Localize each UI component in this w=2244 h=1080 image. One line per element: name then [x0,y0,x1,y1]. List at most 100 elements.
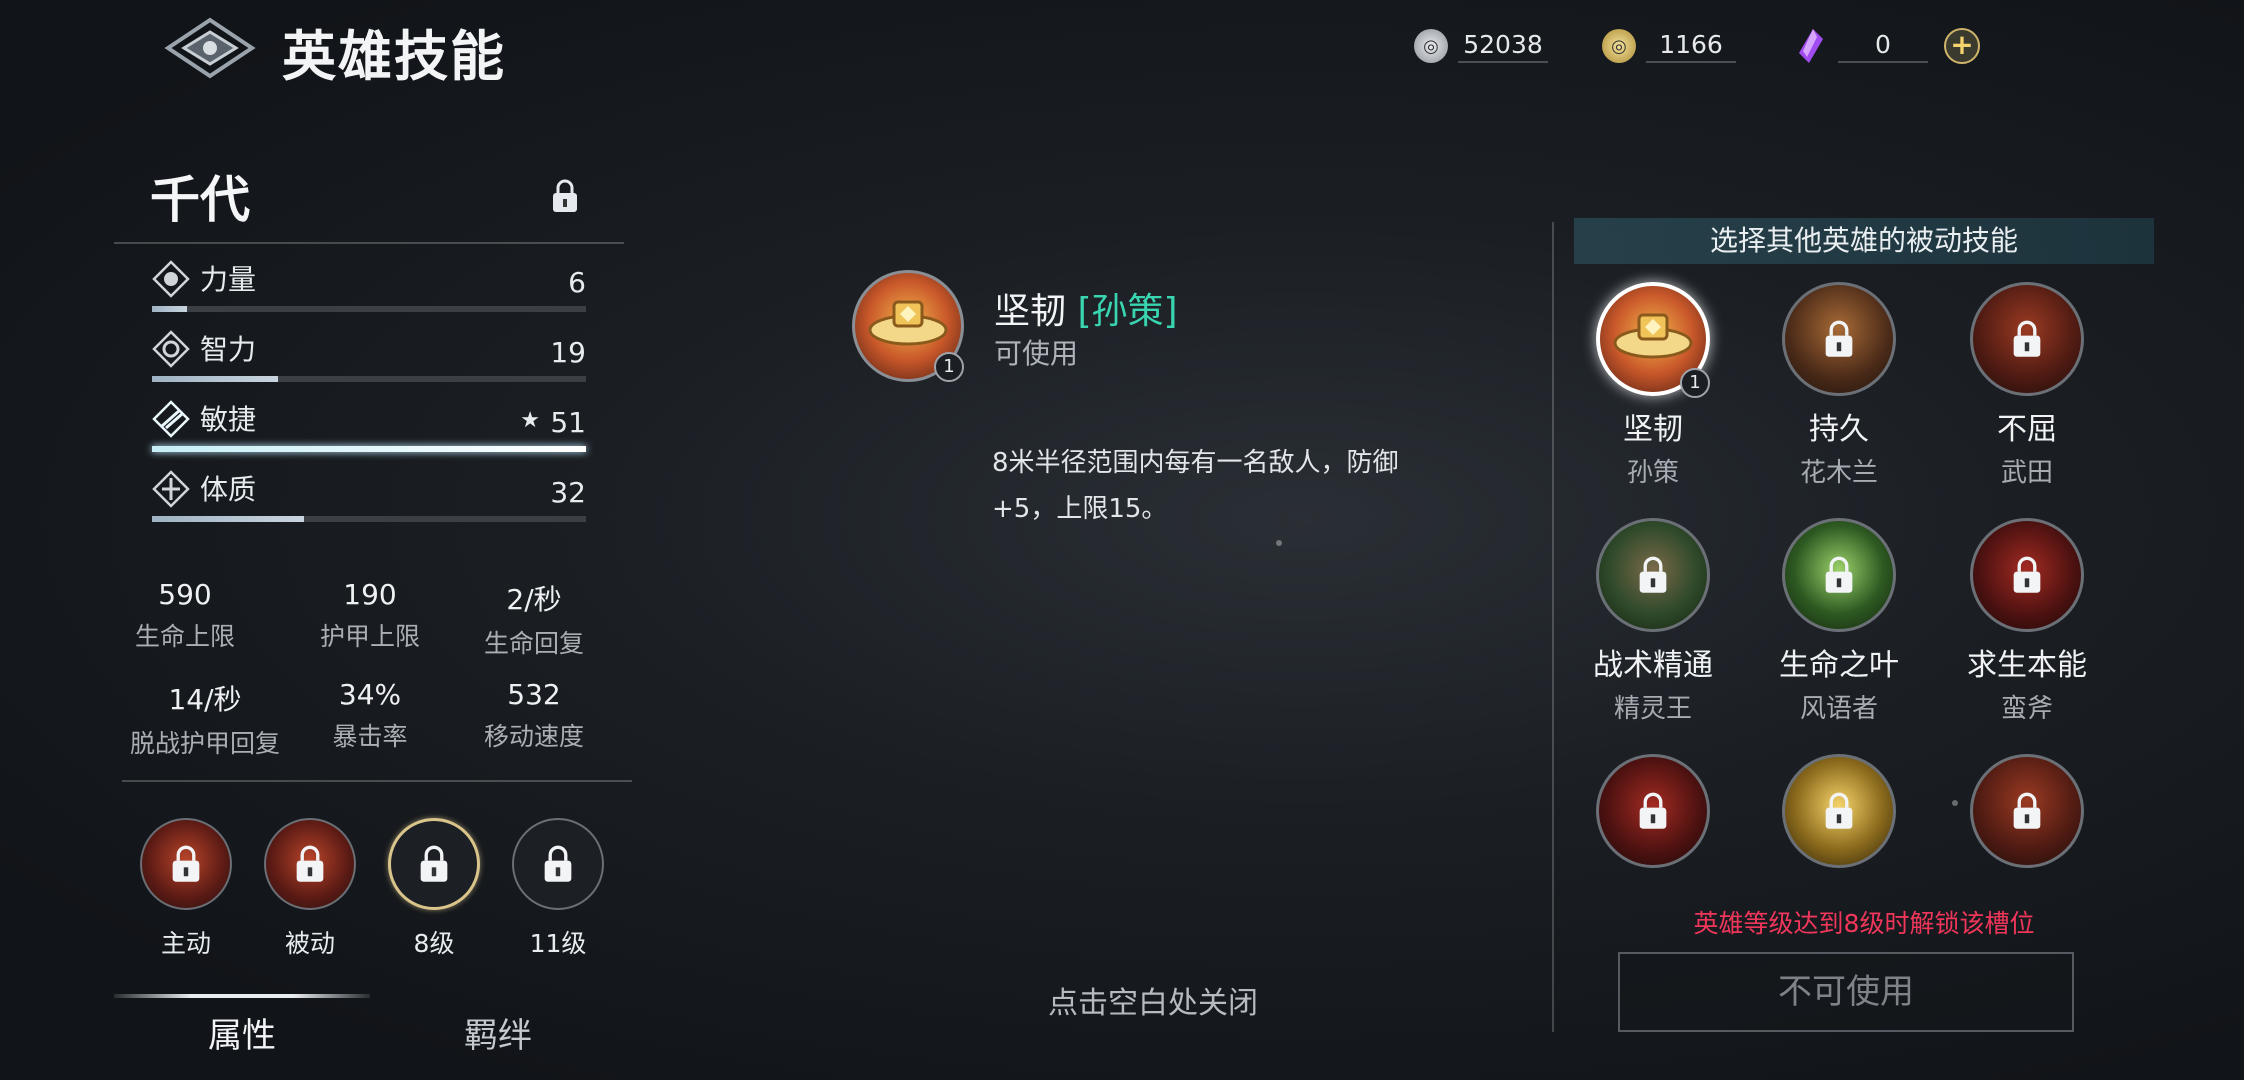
constitution-icon [152,470,190,508]
tab-attributes[interactable]: 属性 [114,1008,370,1057]
passive-skill-icon: 1 [1596,282,1710,398]
attribute-intellect: 智力 19 [152,324,586,390]
level8-skill-slot[interactable] [388,818,480,910]
close-hint[interactable]: 点击空白处关闭 [1048,978,1258,1022]
page-title: 英雄技能 [282,25,506,88]
skill-detail-name: 坚韧 [孙策] [994,282,1178,334]
passive-skill-name: 求生本能 [1967,648,2087,683]
passive-skill-icon [1970,754,2084,868]
passive-skill-item[interactable]: 1 坚韧 孙策 [1558,282,1748,489]
attribute-constitution: 体质 32 [152,464,586,530]
passive-skill-name: 坚韧 [1623,412,1683,447]
passive-panel-title: 选择其他英雄的被动技能 [1574,218,2154,264]
skill-level-badge: 1 [1680,368,1710,398]
passive-skill-item[interactable]: 生命之叶 风语者 [1744,518,1934,725]
lock-icon[interactable] [550,178,580,214]
passive-skill-icon [1782,754,1896,868]
active-tab-indicator [114,994,370,998]
lock-icon [296,845,324,882]
lock-icon [1639,792,1667,829]
agility-icon [152,400,190,438]
attribute-label: 智力 [200,333,257,366]
unavailable-button[interactable]: 不可使用 [1618,952,2074,1032]
attribute-strength: 力量 6 [152,254,586,320]
lock-icon [2013,792,2041,829]
skill-status: 可使用 [994,337,1079,370]
attribute-label: 敏捷 [200,403,257,436]
silver-value: 52038 [1458,30,1548,63]
attribute-value: 32 [550,476,586,509]
lock-icon [1825,556,1853,593]
lock-icon [544,845,572,882]
gold-currency: ◎ 1166 [1602,26,1736,66]
attribute-label: 体质 [200,473,257,506]
passive-skill-slot[interactable] [264,818,356,910]
stat-move-speed: 532 移动速度 [483,678,584,751]
lock-icon [1639,556,1667,593]
passive-skill-item[interactable]: 战术精通 精灵王 [1558,518,1748,725]
slot-label: 8级 [413,929,455,958]
skill-source-hero: [孙策] [1077,291,1178,332]
slot-label: 主动 [160,929,211,958]
stats-divider [122,780,632,782]
gold-value: 1166 [1646,30,1736,63]
passive-skill-item[interactable]: 持久 花木兰 [1744,282,1934,489]
dust-particle [1276,540,1282,546]
attribute-value: 6 [568,266,586,299]
hero-name-divider [114,242,624,244]
tab-bonds[interactable]: 羁绊 [370,1008,626,1057]
passive-skill-icon [1970,282,2084,396]
silver-currency: ◎ 52038 [1414,26,1548,66]
attribute-value: 19 [550,336,586,369]
attribute-agility: 敏捷 ★ 51 [152,394,586,460]
stat-max-hp: 590 生命上限 [134,578,235,651]
hero-name: 千代 [150,171,250,229]
crystal-currency: 0 [1794,26,1928,66]
slot-label: 被动 [284,929,335,958]
crystal-value: 0 [1838,30,1928,63]
attribute-label: 力量 [200,263,257,296]
passive-skill-name: 生命之叶 [1779,648,1899,683]
skill-description: 8米半径范围内每有一名敌人，防御+5，上限15。 [992,448,1399,524]
lock-icon [1825,320,1853,357]
star-icon: ★ [520,408,540,433]
passive-skill-hero: 孙策 [1626,458,1679,488]
lock-icon [172,845,200,882]
passive-skill-icon [1782,518,1896,632]
lock-icon [2013,556,2041,593]
purple-crystal-icon [1794,29,1828,63]
stat-max-armor: 190 护甲上限 [319,578,420,651]
passive-skill-hero: 精灵王 [1613,694,1692,724]
passive-skill-name: 战术精通 [1593,648,1713,683]
attribute-bar [152,446,586,452]
attribute-bar [152,306,187,312]
passive-skill-item[interactable]: 不屈 武田 [1932,282,2122,489]
lock-icon [420,845,448,882]
lock-icon [2013,320,2041,357]
passive-skill-name: 持久 [1809,412,1869,447]
unlock-note: 英雄等级达到8级时解锁该槽位 [1693,909,2035,938]
passive-skill-item[interactable] [1558,754,1748,868]
intellect-icon [152,330,190,368]
passive-skill-item[interactable] [1744,754,1934,868]
passive-skill-item[interactable]: 求生本能 蛮斧 [1932,518,2122,725]
passive-skill-hero: 风语者 [1799,694,1878,724]
passive-skill-hero: 花木兰 [1799,458,1878,488]
lock-icon [1825,792,1853,829]
strength-icon [152,260,190,298]
passive-skill-item[interactable] [1932,754,2122,868]
panel-divider [1552,222,1554,1032]
passive-skill-icon [1782,282,1896,396]
passive-skill-icon [1596,518,1710,632]
back-logo-icon[interactable] [160,6,260,86]
add-currency-button[interactable]: + [1944,28,1980,64]
passive-skill-icon [1970,518,2084,632]
stat-armor-regen: 14/秒 脱战护甲回复 [129,683,280,758]
level11-skill-slot[interactable] [512,818,604,910]
passive-skill-hero: 武田 [2000,458,2053,488]
skill-level-badge: 1 [934,352,964,382]
attribute-bar [152,376,278,382]
passive-skill-icon [1596,754,1710,868]
active-skill-slot[interactable] [140,818,232,910]
skill-name: 坚韧 [994,291,1067,332]
